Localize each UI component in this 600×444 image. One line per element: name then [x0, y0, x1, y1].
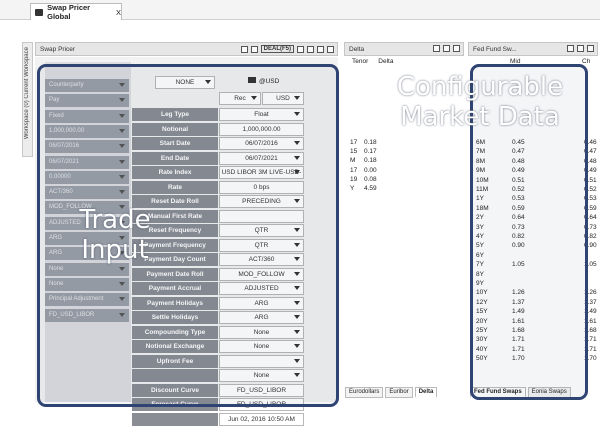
delta-cell: 0.18 [364, 157, 377, 165]
tenor-cell: 17 [350, 166, 358, 174]
delta-header: Delta [344, 42, 464, 56]
save-icon[interactable] [240, 45, 248, 53]
field-value-text: Jun 02, 2016 10:50 AM [228, 415, 295, 423]
tenor-cell: 17 [350, 139, 358, 146]
caption-line-2: Input [81, 235, 149, 265]
close-icon[interactable] [567, 45, 574, 52]
deal-button[interactable]: DEAL(F5) [260, 45, 294, 53]
maximize-icon[interactable] [443, 45, 450, 52]
market-data-caption: Configurable Market Data [370, 72, 590, 132]
maximize-icon[interactable] [577, 45, 584, 52]
caption-line-2: Market Data [400, 102, 560, 132]
delta-cell: 0.18 [364, 139, 377, 146]
maximize-icon[interactable] [317, 45, 324, 53]
tab-euribor[interactable]: Euribor [385, 387, 413, 398]
close-panel-icon[interactable] [327, 45, 334, 53]
copy-icon[interactable] [297, 45, 304, 53]
delta-toolbar [433, 45, 460, 52]
document-tab-bar: Swap Pricer Global X [0, 0, 600, 21]
fedfund-title: Fed Fund Sw... [473, 45, 517, 53]
delta-row[interactable]: 19 0.08 [348, 175, 458, 184]
tab-delta[interactable]: Delta [414, 387, 438, 398]
swap-pricer-header: Swap Pricer DEAL(F5) [35, 42, 338, 56]
delta-title: Delta [349, 45, 365, 53]
col-chg: Ch [582, 58, 591, 65]
panel-title: Swap Pricer [40, 45, 76, 53]
tenor-cell: Y [350, 185, 355, 192]
tab-title: Swap Pricer Global [47, 3, 91, 21]
delta-cell: 4.59 [364, 185, 377, 192]
delta-row[interactable]: Y 4.59 [348, 184, 458, 193]
delta-row[interactable]: 15 0.17 [348, 147, 458, 156]
delta-cell: 0.08 [364, 175, 377, 183]
delta-cell: 0.17 [364, 148, 377, 156]
tenor-cell: M [350, 157, 356, 165]
settings-icon[interactable] [250, 45, 258, 53]
caption-line-1: Trade [79, 205, 151, 235]
delta-bottom-tabs: Eurodollars Euribor Delta [345, 387, 438, 398]
delta-row[interactable]: 17 0.18 [348, 138, 458, 147]
workspace-side-tab[interactable]: Workspace (0) Current Workspace [22, 42, 33, 157]
tab-eurodollars[interactable]: Eurodollars [345, 387, 384, 398]
delta-cell: 0.00 [364, 166, 377, 174]
filter-icon[interactable] [433, 45, 440, 52]
fedfund-toolbar [567, 45, 594, 52]
close-panel-icon[interactable] [453, 45, 460, 52]
delta-row[interactable]: M 0.18 [348, 156, 458, 165]
col-tenor: Tenor [352, 58, 369, 65]
tab-swap-pricer-global[interactable]: Swap Pricer Global X [30, 3, 122, 21]
tenor-cell: 15 [350, 148, 358, 156]
workspace-side-label: Workspace (0) Current Workspace [24, 47, 30, 140]
close-icon[interactable]: X [116, 8, 121, 17]
delta-row[interactable]: 17 0.00 [348, 166, 458, 175]
col-delta: Delta [378, 58, 394, 65]
pricer-toolbar: DEAL(F5) [240, 45, 334, 53]
delta-col-headers: Tenor Delta [352, 58, 393, 65]
trade-input-caption: Trade Input [60, 205, 170, 265]
app-window-icon [35, 8, 44, 16]
chart-icon[interactable] [307, 45, 314, 53]
tenor-cell: 19 [350, 175, 358, 183]
field-label [132, 412, 218, 426]
caption-line-1: Configurable [396, 72, 564, 102]
fedfund-header: Fed Fund Sw... [468, 42, 598, 56]
pin-icon[interactable] [587, 45, 594, 52]
field-value[interactable]: Jun 02, 2016 10:50 AM [219, 412, 304, 426]
